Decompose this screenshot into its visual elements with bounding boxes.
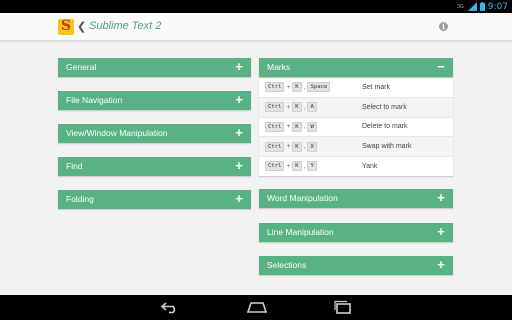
key-plus: + bbox=[286, 162, 291, 170]
expand-icon[interactable]: + bbox=[233, 190, 245, 209]
recent-apps-icon[interactable] bbox=[333, 300, 353, 314]
status-indicators: 3G 9:07 bbox=[457, 0, 508, 13]
section-title: View/Window Manipulation bbox=[66, 128, 168, 138]
key-combination: Ctrl + K , Y bbox=[259, 161, 362, 172]
section-header[interactable]: Folding + bbox=[58, 190, 251, 209]
shortcut-description: Swap with mark bbox=[362, 143, 412, 151]
key-comma: , bbox=[303, 103, 306, 111]
key-plus: + bbox=[286, 143, 291, 151]
status-bar: 3G 9:07 bbox=[0, 0, 512, 13]
key-ctrl: Ctrl bbox=[265, 121, 285, 132]
navigation-bar bbox=[0, 295, 512, 320]
key-comma: , bbox=[303, 143, 306, 151]
signal-icon bbox=[467, 2, 477, 11]
key-plus: + bbox=[286, 83, 291, 91]
expand-icon[interactable]: + bbox=[233, 124, 245, 143]
key-comma: , bbox=[303, 83, 306, 91]
shortcut-description: Set mark bbox=[362, 83, 391, 91]
shortcut-description: Yank bbox=[362, 162, 378, 170]
section-marks[interactable]: Marks − Ctrl + K , Space Set mark Ctrl +… bbox=[259, 58, 453, 176]
section-file-navigation[interactable]: File Navigation + bbox=[58, 91, 251, 110]
key-combination: Ctrl + K , X bbox=[259, 141, 362, 152]
back-caret-icon[interactable]: ❮ bbox=[77, 20, 86, 33]
key-k: K bbox=[292, 121, 302, 132]
expand-icon[interactable]: + bbox=[435, 223, 447, 242]
key-combination: Ctrl + K , A bbox=[259, 102, 362, 113]
section-title: Marks bbox=[267, 62, 291, 72]
key-ctrl: Ctrl bbox=[265, 82, 285, 93]
key-ctrl: Ctrl bbox=[265, 141, 285, 152]
sublime-text-logo-icon[interactable] bbox=[58, 18, 74, 35]
section-header[interactable]: General + bbox=[58, 58, 251, 77]
key-comma: , bbox=[303, 162, 306, 170]
section-header[interactable]: View/Window Manipulation + bbox=[58, 124, 251, 143]
shortcut-list: Ctrl + K , Space Set mark Ctrl + K , A S… bbox=[259, 77, 453, 176]
key-w: W bbox=[307, 121, 317, 132]
collapse-icon[interactable]: − bbox=[435, 58, 447, 77]
key-ctrl: Ctrl bbox=[265, 102, 285, 113]
expand-icon[interactable]: + bbox=[233, 91, 245, 110]
shortcut-description: Delete to mark bbox=[362, 123, 408, 131]
battery-icon bbox=[479, 2, 485, 11]
key-k: K bbox=[292, 102, 302, 113]
section-header[interactable]: Line Manipulation + bbox=[259, 223, 453, 242]
section-title: Word Manipulation bbox=[267, 193, 338, 203]
key-comma: , bbox=[303, 123, 306, 131]
key-k: K bbox=[292, 82, 302, 93]
section-find[interactable]: Find + bbox=[58, 157, 251, 176]
section-header[interactable]: Selections + bbox=[259, 256, 453, 275]
key-k: K bbox=[292, 141, 302, 152]
key-a: A bbox=[307, 102, 317, 113]
section-word-manipulation[interactable]: Word Manipulation + bbox=[259, 189, 453, 208]
key-y: Y bbox=[307, 161, 317, 172]
shortcut-row: Ctrl + K , Y Yank bbox=[259, 156, 453, 176]
shortcut-description: Select to mark bbox=[362, 103, 407, 111]
section-folding[interactable]: Folding + bbox=[58, 190, 251, 209]
section-header[interactable]: Marks − bbox=[259, 58, 453, 77]
section-line-manipulation[interactable]: Line Manipulation + bbox=[259, 223, 453, 242]
key-combination: Ctrl + K , W bbox=[259, 121, 362, 132]
clock: 9:07 bbox=[487, 1, 508, 12]
home-icon[interactable] bbox=[247, 300, 267, 314]
expand-icon[interactable]: + bbox=[233, 157, 245, 176]
expand-icon[interactable]: + bbox=[233, 58, 245, 77]
key-k: K bbox=[292, 161, 302, 172]
section-header[interactable]: File Navigation + bbox=[58, 91, 251, 110]
section-title: Find bbox=[66, 161, 83, 171]
section-title: Folding bbox=[66, 194, 94, 204]
info-icon[interactable]: i bbox=[439, 22, 448, 31]
section-view-window-manipulation[interactable]: View/Window Manipulation + bbox=[58, 124, 251, 143]
section-general[interactable]: General + bbox=[58, 58, 251, 77]
section-title: File Navigation bbox=[66, 95, 123, 105]
shortcut-row: Ctrl + K , X Swap with mark bbox=[259, 136, 453, 156]
expand-icon[interactable]: + bbox=[435, 256, 447, 275]
shortcut-row: Ctrl + K , Space Set mark bbox=[259, 77, 453, 97]
network-type-label: 3G bbox=[457, 3, 464, 10]
section-title: Selections bbox=[267, 260, 307, 270]
key-space: Space bbox=[307, 82, 331, 93]
section-header[interactable]: Find + bbox=[58, 157, 251, 176]
expand-icon[interactable]: + bbox=[435, 189, 447, 208]
section-title: Line Manipulation bbox=[267, 227, 334, 237]
section-title: General bbox=[66, 62, 97, 72]
back-icon[interactable] bbox=[160, 300, 180, 314]
key-plus: + bbox=[286, 103, 291, 111]
section-header[interactable]: Word Manipulation + bbox=[259, 189, 453, 208]
shortcut-row: Ctrl + K , A Select to mark bbox=[259, 96, 453, 117]
key-combination: Ctrl + K , Space bbox=[259, 82, 362, 93]
key-ctrl: Ctrl bbox=[265, 161, 285, 172]
section-selections[interactable]: Selections + bbox=[259, 256, 453, 275]
page-title: Sublime Text 2 bbox=[89, 20, 162, 32]
key-plus: + bbox=[286, 123, 291, 131]
shortcut-row: Ctrl + K , W Delete to mark bbox=[259, 116, 453, 137]
key-x: X bbox=[307, 141, 317, 152]
action-bar: ❮ Sublime Text 2 i bbox=[0, 13, 512, 41]
